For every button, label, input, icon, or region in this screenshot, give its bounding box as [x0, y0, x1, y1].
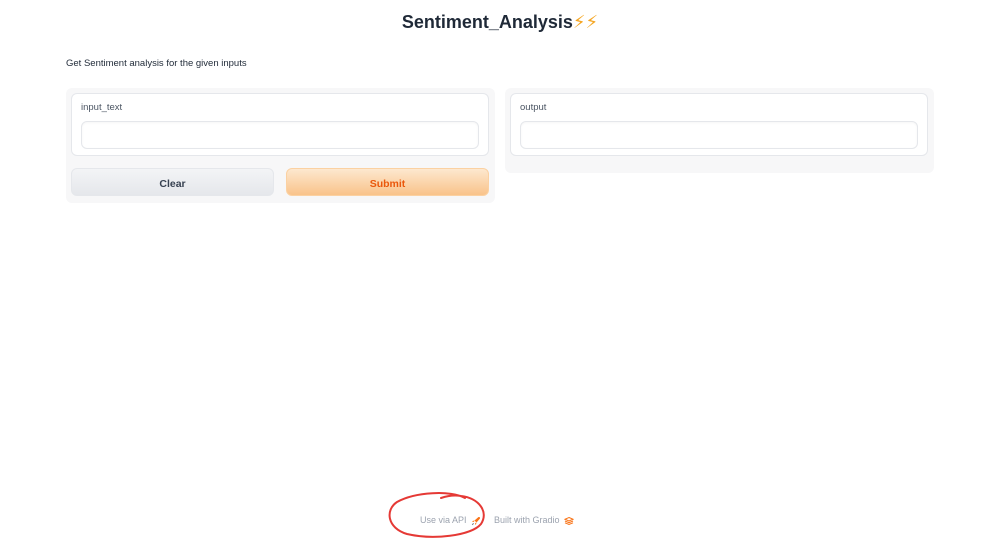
input-text-block: input_text	[71, 93, 489, 156]
output-field	[520, 121, 918, 149]
output-block: output	[510, 93, 928, 156]
rocket-icon	[471, 516, 480, 525]
title-text: Sentiment_Analysis	[401, 12, 573, 32]
input-text-label: input_text	[81, 102, 123, 113]
footer: Use via API Built with Gradio	[0, 512, 1000, 528]
gradio-logo-icon	[563, 516, 574, 525]
page-title: Sentiment_Analysis⚡⚡	[0, 8, 1000, 36]
built-with-gradio-link[interactable]: Built with Gradio	[494, 514, 574, 526]
clear-button[interactable]: Clear	[71, 168, 274, 196]
use-via-api-link[interactable]: Use via API	[420, 514, 481, 526]
built-with-gradio-label: Built with Gradio	[494, 515, 560, 525]
page-description: Get Sentiment analysis for the given inp…	[66, 58, 247, 69]
output-label: output	[520, 102, 547, 113]
submit-button[interactable]: Submit	[286, 168, 489, 196]
input-text-field[interactable]	[81, 121, 479, 149]
app-page: Sentiment_Analysis⚡⚡ Get Sentiment analy…	[0, 0, 1000, 538]
lightning-icon: ⚡⚡	[572, 12, 599, 32]
use-via-api-label: Use via API	[420, 515, 467, 525]
